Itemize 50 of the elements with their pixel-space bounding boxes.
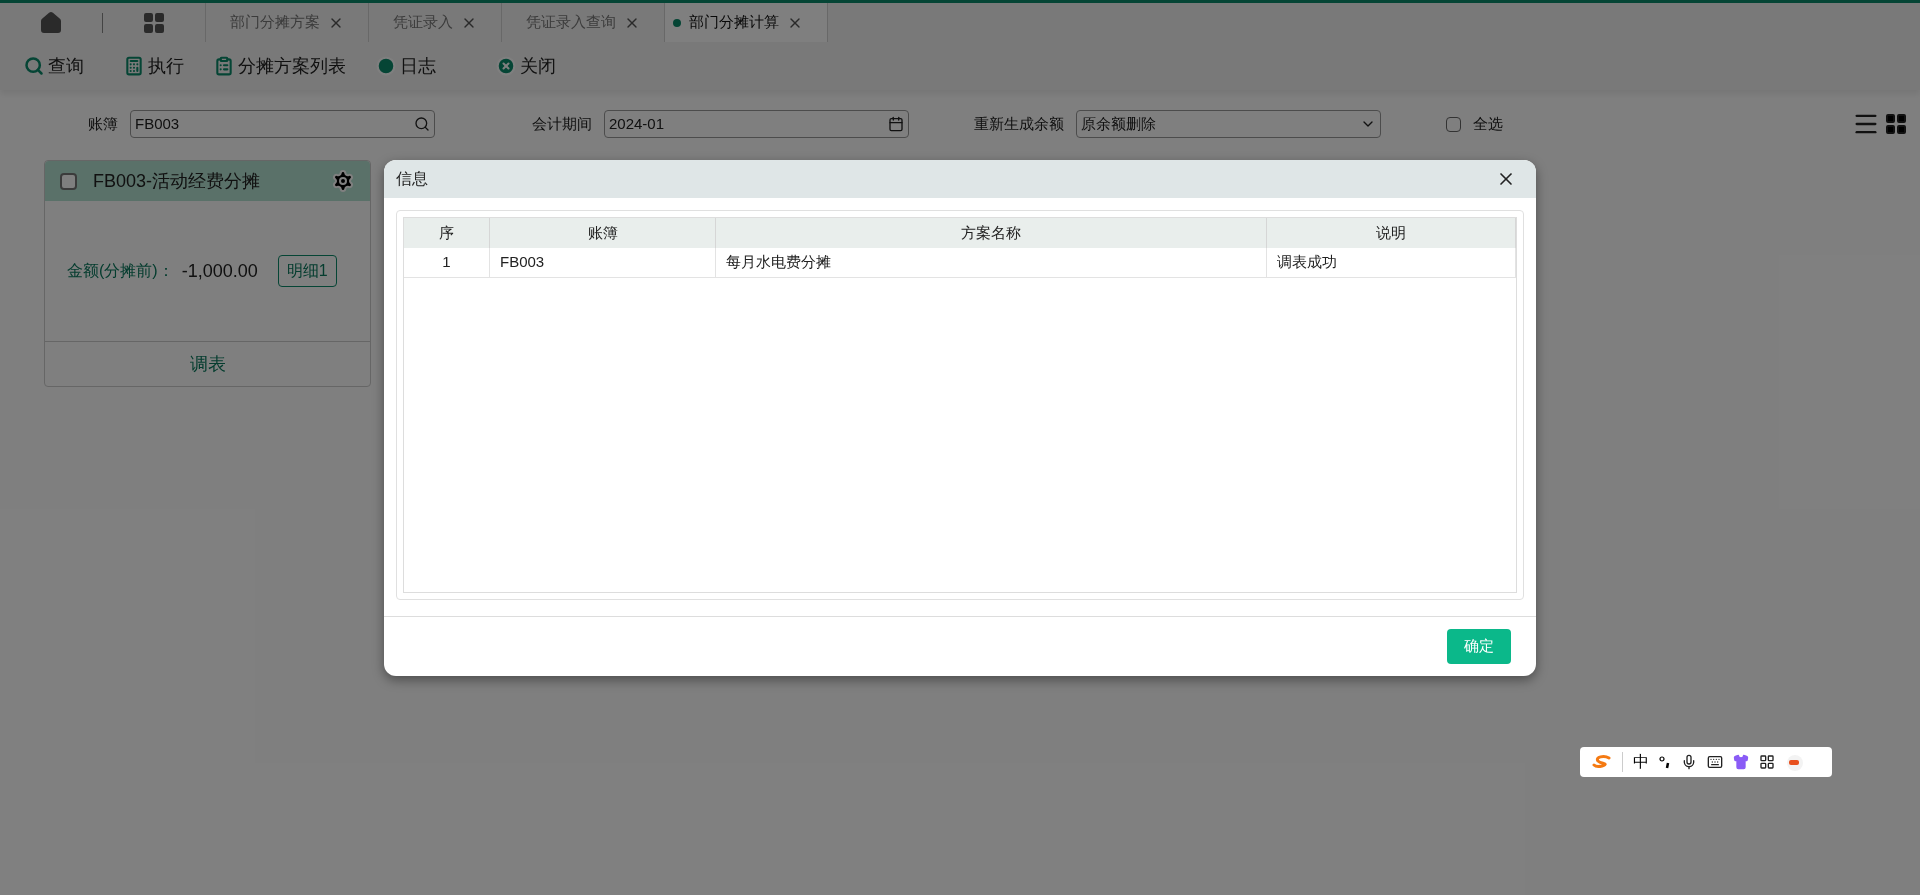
clipboard-icon: [214, 56, 234, 76]
checkbox-label: 全选: [1473, 113, 1503, 134]
gear-icon[interactable]: [331, 169, 355, 193]
grid-view-icon[interactable]: [1884, 112, 1908, 136]
toolbar-button[interactable]: 日志: [376, 52, 436, 80]
punctuation-icon[interactable]: [1659, 754, 1671, 770]
grid-icon[interactable]: [1759, 754, 1775, 770]
table-cell-text: 每月水电费分摊: [726, 252, 831, 273]
toolbar-button[interactable]: 关闭: [496, 52, 556, 80]
table-cell-text: 调表成功: [1277, 252, 1337, 273]
tab[interactable]: 部门分摊计算: [664, 3, 827, 42]
amount-value: -1,000.00: [181, 259, 258, 283]
shirt-icon[interactable]: [1733, 754, 1749, 770]
detail-button[interactable]: 明细1: [277, 255, 337, 287]
column-header: 方案名称: [716, 218, 1267, 248]
amount-label: 金额(分摊前)：: [67, 261, 174, 281]
tab-label: 凭证录入查询: [526, 12, 616, 33]
ok-button[interactable]: 确定: [1447, 629, 1511, 664]
table-cell-text: FB003: [500, 252, 545, 273]
dropdown-field[interactable]: 原余额删除: [1076, 110, 1381, 138]
tab-label: 凭证录入: [393, 12, 453, 33]
calculator-icon: [124, 56, 144, 76]
table-cell-text: 1: [442, 252, 451, 273]
search-icon: [24, 56, 44, 76]
toolbar-button[interactable]: 执行: [124, 52, 184, 80]
microphone-icon[interactable]: [1681, 754, 1697, 770]
keyboard-icon[interactable]: [1707, 754, 1723, 770]
ledger-field[interactable]: FB003: [130, 110, 435, 138]
search-icon: [414, 116, 430, 132]
logo-icon[interactable]: [1592, 754, 1612, 770]
field-label: 会计期间: [532, 113, 592, 134]
toolbar-button[interactable]: 分摊方案列表: [214, 52, 346, 80]
column-header: 序: [404, 218, 490, 248]
column-header: 账簿: [490, 218, 716, 248]
column-header: 说明: [1267, 218, 1516, 248]
home-icon[interactable]: [39, 10, 63, 35]
close-icon: [496, 56, 516, 76]
calendar-icon: [888, 116, 904, 132]
date-field[interactable]: 2024-01: [604, 110, 909, 138]
field-label: 账簿: [88, 113, 118, 134]
input-mode-label[interactable]: 中: [1633, 750, 1649, 774]
tab-label: 部门分摊计算: [689, 12, 779, 33]
dialog-title: 信息: [396, 169, 428, 189]
card-title: FB003-活动经费分摊: [93, 169, 261, 193]
tab-label: 部门分摊方案: [230, 12, 320, 33]
toolbar-button[interactable]: 查询: [24, 52, 84, 80]
checkbox[interactable]: [1446, 116, 1461, 132]
adjust-link[interactable]: 调表: [189, 350, 226, 378]
checkbox[interactable]: [60, 172, 77, 190]
field-label: 重新生成余额: [974, 113, 1064, 134]
